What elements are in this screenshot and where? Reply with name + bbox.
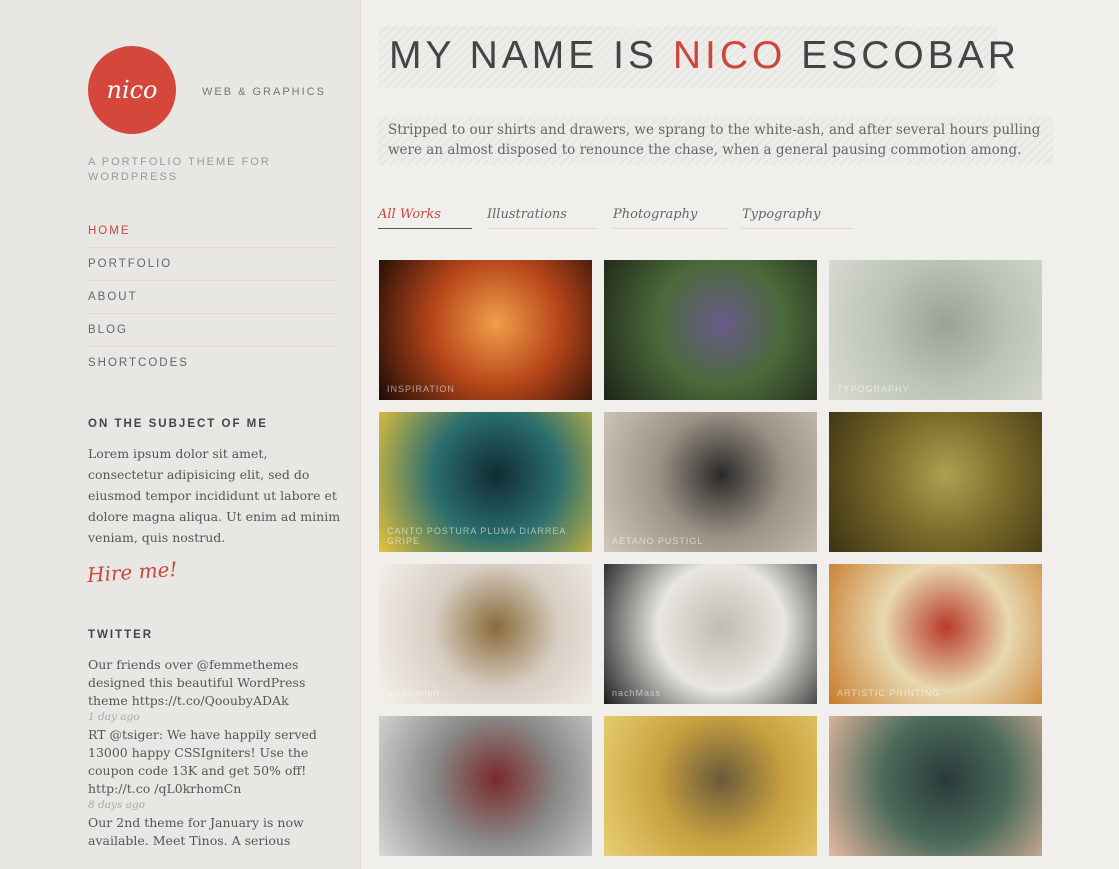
tweet-time: 8 days ago <box>88 799 145 811</box>
thumb-horse-rider[interactable] <box>829 412 1042 552</box>
thumb-caption: nachMass <box>612 688 662 698</box>
thumb-nachmass-book[interactable]: nachMass <box>604 564 817 704</box>
tweet-list: Our friends over @femmethemes designed t… <box>88 656 343 850</box>
thumb-caption: TYPOGRAPHY <box>837 384 910 394</box>
thumb-fantasy-creature[interactable] <box>604 260 817 400</box>
thumb-volleyball-crowd[interactable] <box>379 716 592 856</box>
filter-typography[interactable]: Typography <box>742 207 852 229</box>
thumb-wall-poster[interactable]: AETANO PUSTIGL <box>604 412 817 552</box>
thumb-artistic-printing[interactable]: ARTISTIC PRINTING <box>829 564 1042 704</box>
filter-all-works[interactable]: All Works <box>378 207 472 229</box>
sidebar: nico WEB & GRAPHICS A PORTFOLIO THEME FO… <box>0 0 361 869</box>
thumb-caption: Inspiration <box>387 688 440 698</box>
nav-item-blog[interactable]: BLOG <box>88 314 338 347</box>
about-text: Lorem ipsum dolor sit amet, consectetur … <box>88 446 341 545</box>
tweet-text: RT @tsiger: We have happily served 13000… <box>88 727 317 796</box>
nav-item-about[interactable]: ABOUT <box>88 281 338 314</box>
main-nav: HOME PORTFOLIO ABOUT BLOG SHORTCODES <box>88 215 338 379</box>
thumb-inspiration-sunset[interactable]: INSPIRATION <box>379 260 592 400</box>
thumb-caption: ARTISTIC PRINTING <box>837 688 941 698</box>
nav-item-shortcodes[interactable]: SHORTCODES <box>88 347 338 379</box>
tweet-text: Our friends over @femmethemes designed t… <box>88 657 306 708</box>
title-prefix: MY NAME IS <box>389 34 673 77</box>
nav-item-portfolio[interactable]: PORTFOLIO <box>88 248 338 281</box>
tweet-text: Our 2nd theme for January is now availab… <box>88 815 304 848</box>
site-logo[interactable]: nico <box>88 46 176 134</box>
twitter-widget-title: TWITTER <box>88 629 154 641</box>
thumb-caption: INSPIRATION <box>387 384 455 394</box>
thumb-glitter-inspiration[interactable]: Inspiration <box>379 564 592 704</box>
tweet: Our 2nd theme for January is now availab… <box>88 814 343 850</box>
intro-text: Stripped to our shirts and drawers, we s… <box>388 122 1041 158</box>
filter-illustrations[interactable]: Illustrations <box>487 207 597 229</box>
tweet-time: 1 day ago <box>88 711 140 723</box>
thumb-yellow-illustration[interactable] <box>604 716 817 856</box>
thumb-mountain-car[interactable] <box>829 716 1042 856</box>
title-accent: NICO <box>672 34 787 77</box>
tweet: RT @tsiger: We have happily served 13000… <box>88 726 343 811</box>
hire-me-link[interactable]: Hire me! <box>86 557 178 587</box>
thumb-caption: AETANO PUSTIGL <box>612 536 704 546</box>
thumb-typography-3d[interactable]: TYPOGRAPHY <box>829 260 1042 400</box>
site-tagline: WEB & GRAPHICS <box>202 86 326 98</box>
page-title: MY NAME IS NICO ESCOBAR <box>389 34 1020 78</box>
thumb-caption: CANTO POSTURA PLUMA DIARREA GRIPE <box>387 526 566 546</box>
nav-item-home[interactable]: HOME <box>88 215 338 248</box>
about-widget-title: ON THE SUBJECT OF ME <box>88 418 268 430</box>
site-description: A PORTFOLIO THEME FOR WORDPRESS <box>88 156 271 183</box>
filter-photography[interactable]: Photography <box>613 207 727 229</box>
tweet: Our friends over @femmethemes designed t… <box>88 656 343 723</box>
title-suffix: ESCOBAR <box>786 34 1020 77</box>
thumb-canto-signage[interactable]: CANTO POSTURA PLUMA DIARREA GRIPE <box>379 412 592 552</box>
